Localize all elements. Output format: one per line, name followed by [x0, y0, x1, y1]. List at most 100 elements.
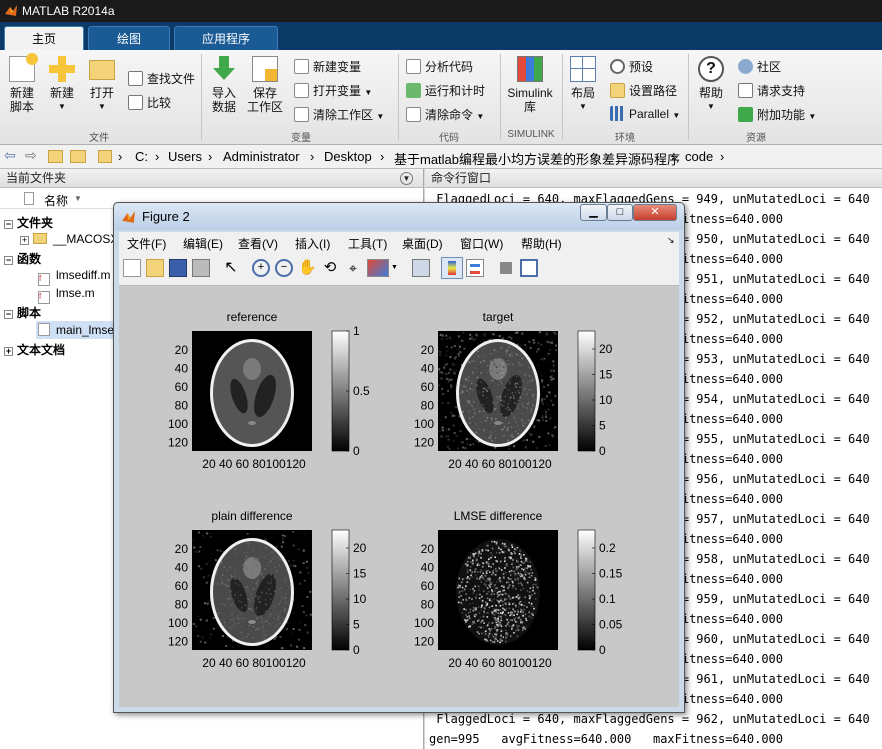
menu-edit[interactable]: 编辑(E): [183, 235, 223, 252]
noise-speckle: [484, 436, 486, 438]
noise-speckle: [270, 569, 273, 571]
figure-title-bar[interactable]: Figure 2 ▁ □ ✕: [114, 203, 684, 230]
minimize-button[interactable]: ▁: [580, 204, 607, 221]
noise-speckle: [469, 602, 472, 605]
noise-speckle: [198, 565, 201, 568]
noise-speckle: [279, 558, 281, 561]
list-item-macosx[interactable]: + __MACOSX: [20, 232, 118, 246]
link-plot-icon[interactable]: [412, 259, 430, 277]
clear-commands-button[interactable]: 清除命令 ▼: [406, 106, 484, 123]
noise-speckle: [264, 538, 267, 541]
help-button[interactable]: ? 帮助 ▼: [694, 56, 728, 114]
layout-button[interactable]: 布局 ▼: [566, 56, 600, 114]
clear-workspace-button[interactable]: 清除工作区 ▼: [294, 106, 384, 123]
tab-plots[interactable]: 绘图: [88, 26, 170, 50]
zoom-out-icon[interactable]: −: [275, 259, 293, 277]
menu-tools[interactable]: 工具(T): [348, 235, 387, 252]
browse-folder-icon[interactable]: [70, 150, 86, 163]
colorbar-toggle-icon[interactable]: [441, 257, 463, 279]
open-variable-dropdown-icon: ▼: [364, 88, 373, 97]
section-scripts[interactable]: − 脚本: [4, 304, 41, 321]
section-text-docs[interactable]: + 文本文档: [4, 341, 65, 358]
maximize-button[interactable]: □: [607, 204, 633, 221]
subplot-title: LMSE difference: [454, 509, 543, 523]
save-workspace-button[interactable]: 保存 工作区: [246, 56, 284, 114]
data-cursor-icon[interactable]: ⌖: [344, 259, 362, 277]
import-data-button[interactable]: 导入 数据: [206, 56, 242, 114]
noise-speckle: [528, 401, 530, 404]
parallel-button[interactable]: Parallel ▼: [610, 106, 680, 121]
show-tools-icon[interactable]: [520, 259, 538, 277]
tab-apps[interactable]: 应用程序: [174, 26, 278, 50]
save-icon[interactable]: [169, 259, 187, 277]
run-and-time-button[interactable]: 运行和计时: [406, 82, 485, 99]
preferences-button[interactable]: 预设: [610, 58, 653, 75]
noise-speckle: [524, 343, 527, 346]
back-arrow-icon[interactable]: ⇦: [4, 147, 16, 164]
hide-tools-icon[interactable]: [500, 262, 512, 274]
noise-speckle: [529, 347, 532, 350]
menu-window[interactable]: 窗口(W): [460, 235, 503, 252]
open-file-icon[interactable]: [146, 259, 164, 277]
noise-speckle: [507, 359, 509, 362]
rotate-3d-icon[interactable]: ⟲: [321, 259, 339, 277]
brush-icon[interactable]: [367, 259, 389, 277]
new-script-button[interactable]: 新建 脚本: [4, 53, 40, 114]
noise-speckle: [509, 420, 512, 422]
noise-speckle: [500, 634, 502, 637]
noise-speckle: [264, 598, 267, 601]
new-figure-icon[interactable]: [123, 259, 141, 277]
tab-home[interactable]: 主页: [4, 26, 84, 50]
noise-speckle: [255, 608, 257, 611]
breadcrumb-project[interactable]: 基于matlab编程最小均方误差的形象差异源码程序: [394, 149, 680, 168]
section-functions[interactable]: − 函数: [4, 250, 41, 267]
noise-speckle: [280, 601, 283, 603]
up-folder-icon[interactable]: [48, 150, 63, 163]
menu-desktop[interactable]: 桌面(D): [402, 235, 443, 252]
zoom-in-icon[interactable]: +: [252, 259, 270, 277]
request-support-button[interactable]: 请求支持: [738, 82, 805, 99]
list-item-lmsediff[interactable]: f lmsediff.m: [38, 268, 110, 286]
noise-speckle: [253, 617, 255, 619]
close-button[interactable]: ✕: [633, 204, 677, 221]
pointer-icon[interactable]: ↖: [222, 259, 240, 277]
brush-dropdown-icon[interactable]: ▼: [391, 259, 399, 277]
noise-speckle: [501, 429, 503, 431]
noise-speckle: [545, 331, 548, 334]
breadcrumb-code[interactable]: code: [685, 149, 713, 164]
legend-toggle-icon[interactable]: [466, 259, 484, 277]
breadcrumb-desktop[interactable]: Desktop: [324, 149, 372, 164]
analyze-code-button[interactable]: 分析代码: [406, 58, 473, 75]
list-item-lmse[interactable]: f lmse.m: [38, 286, 95, 304]
open-button[interactable]: 打开 ▼: [84, 56, 120, 114]
noise-speckle: [197, 613, 200, 616]
simulink-library-button[interactable]: Simulink 库: [504, 56, 556, 114]
noise-speckle: [199, 618, 202, 621]
open-variable-button[interactable]: 打开变量 ▼: [294, 82, 372, 99]
breadcrumb-users[interactable]: Users: [168, 149, 202, 164]
new-variable-button[interactable]: 新建变量: [294, 58, 361, 75]
menu-insert[interactable]: 插入(I): [295, 235, 330, 252]
pan-hand-icon[interactable]: ✋: [298, 259, 317, 277]
noise-speckle: [531, 378, 534, 381]
new-button[interactable]: 新建 ▼: [44, 56, 80, 114]
panel-menu-icon[interactable]: ▼: [400, 172, 413, 185]
breadcrumb-administrator[interactable]: Administrator: [223, 149, 300, 164]
print-icon[interactable]: [192, 259, 210, 277]
find-files-button[interactable]: 查找文件: [128, 70, 195, 87]
section-folders[interactable]: − 文件夹: [4, 214, 53, 231]
compare-button[interactable]: 比较: [128, 94, 171, 111]
menu-file[interactable]: 文件(F): [127, 235, 166, 252]
menu-help[interactable]: 帮助(H): [521, 235, 562, 252]
menu-view[interactable]: 查看(V): [238, 235, 278, 252]
noise-speckle: [478, 589, 480, 591]
breadcrumb-drive[interactable]: C:: [135, 149, 148, 164]
matlab-logo-icon: [5, 5, 17, 16]
add-ons-button[interactable]: 附加功能 ▼: [738, 106, 816, 123]
noise-speckle: [494, 431, 497, 433]
forward-arrow-icon[interactable]: ⇨: [25, 147, 37, 164]
community-button[interactable]: 社区: [738, 58, 781, 75]
noise-speckle: [500, 368, 503, 370]
set-path-button[interactable]: 设置路径: [610, 82, 677, 99]
dock-arrow-icon[interactable]: ↘: [667, 235, 675, 246]
